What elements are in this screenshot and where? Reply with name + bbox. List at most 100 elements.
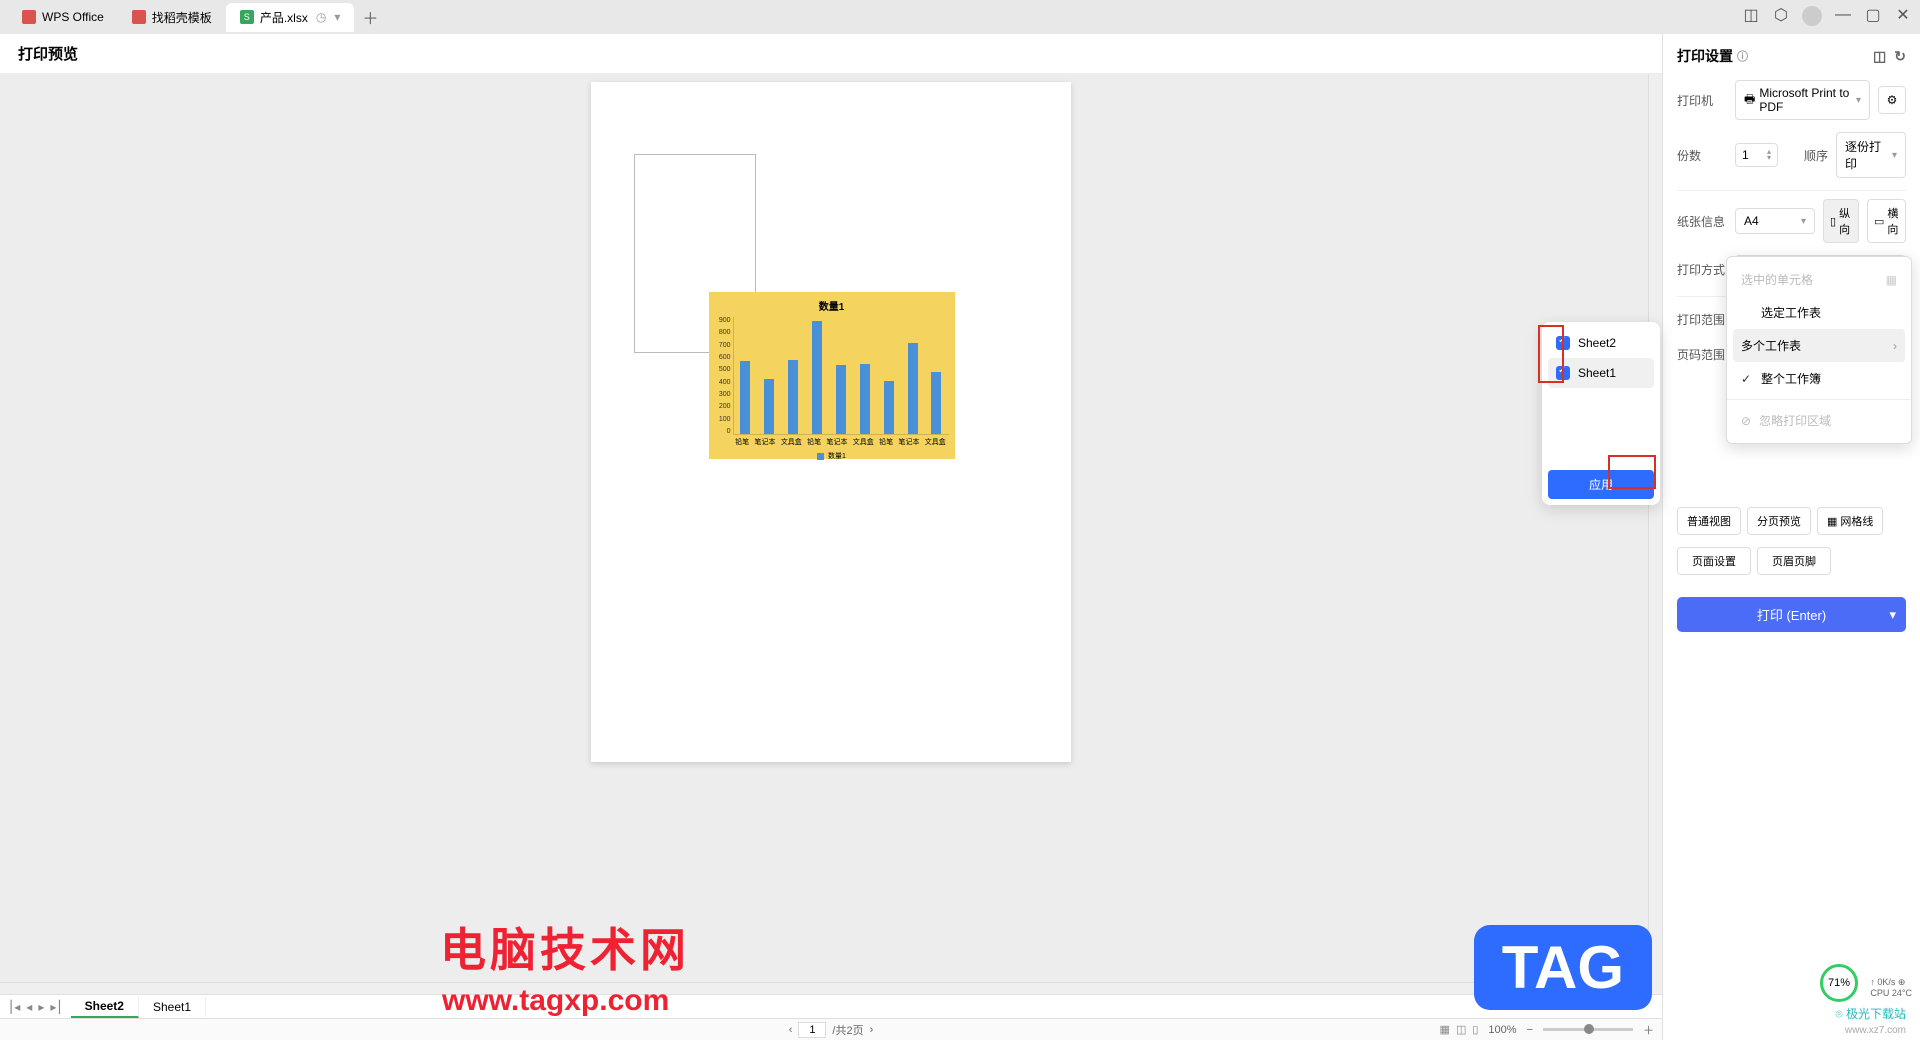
method-label: 打印方式 <box>1677 261 1727 278</box>
copies-row: 份数 1 ▴▾ 顺序 逐份打印 ▾ <box>1677 132 1906 178</box>
pager-bar: ‹ /共2页 › ▦ ◫ ▯ 100% − ＋ <box>0 1018 1662 1040</box>
portrait-button[interactable]: ▯ 纵向 <box>1823 199 1859 243</box>
chevron-down-icon: ▾ <box>1892 150 1897 161</box>
add-tab-button[interactable]: ＋ <box>362 5 378 29</box>
paper-row: 纸张信息 A4 ▾ ▯ 纵向 ▭ 横向 <box>1677 199 1906 243</box>
page-title: 打印预览 <box>18 43 78 64</box>
dd-ignore-area: ⊘忽略打印区域 <box>1727 404 1911 437</box>
first-sheet-button[interactable]: ⎮◂ <box>8 1000 20 1014</box>
dd-whole-book[interactable]: ✓整个工作簿 <box>1727 362 1911 395</box>
page-total: /共2页 <box>832 1022 863 1038</box>
cube-icon[interactable]: ⬡ <box>1772 6 1790 24</box>
header-footer-button[interactable]: 页眉页脚 <box>1757 547 1831 575</box>
page-input[interactable] <box>798 1022 826 1038</box>
printer-row: 打印机 🖶Microsoft Print to PDF ▾ ⚙ <box>1677 80 1906 120</box>
printer-select[interactable]: 🖶Microsoft Print to PDF ▾ <box>1735 80 1870 120</box>
view-buttons: 普通视图 分页预览 ▦网格线 <box>1677 507 1906 535</box>
maximize-button[interactable]: ▢ <box>1864 6 1882 24</box>
chart-xaxis: 铅笔笔记本文具盒铅笔笔记本文具盒铅笔笔记本文具盒 <box>733 437 949 447</box>
annotation-box <box>1538 325 1564 383</box>
range-label: 打印范围 <box>1677 311 1727 328</box>
preview-page: 数量1 9008007006005004003002001000 铅笔笔记本文具… <box>591 82 1071 762</box>
sheet-tab-sheet1[interactable]: Sheet1 <box>139 997 206 1017</box>
bar-chart: 数量1 9008007006005004003002001000 铅笔笔记本文具… <box>709 292 955 459</box>
cells-icon: ▦ <box>1886 273 1897 287</box>
tab-menu-icon[interactable]: ▾ <box>334 10 340 24</box>
view-mode-1[interactable]: ▦ <box>1440 1023 1450 1036</box>
title-row: 打印预览 ⎘ 退出预览 <box>0 34 1920 74</box>
chart-title: 数量1 <box>715 298 949 313</box>
action-buttons: 页面设置 页眉页脚 <box>1677 547 1906 575</box>
sheet-tab-sheet2[interactable]: Sheet2 <box>71 996 139 1018</box>
check-icon: ✓ <box>1741 372 1753 386</box>
refresh-icon[interactable]: ↻ <box>1894 48 1906 65</box>
gridlines-button[interactable]: ▦网格线 <box>1817 507 1883 535</box>
template-icon <box>132 10 146 24</box>
forbidden-icon: ⊘ <box>1741 414 1751 428</box>
tab-wps[interactable]: WPS Office <box>8 4 118 30</box>
prev-page-button[interactable]: ‹ <box>789 1024 793 1036</box>
chart-legend: 数量1 <box>715 451 949 461</box>
close-button[interactable]: ✕ <box>1894 6 1912 24</box>
gear-icon: ⚙ <box>1887 93 1898 107</box>
chevron-right-icon: › <box>1893 339 1897 353</box>
next-sheet-button[interactable]: ▸ <box>38 1000 44 1014</box>
dd-multi-sheet[interactable]: 多个工作表 › <box>1733 329 1905 362</box>
zoom-out-button[interactable]: − <box>1527 1024 1533 1036</box>
copies-input[interactable]: 1 ▴▾ <box>1735 143 1778 167</box>
last-sheet-button[interactable]: ▸⎮ <box>50 1000 62 1014</box>
horizontal-scrollbar[interactable] <box>0 982 1648 994</box>
page-setup-button[interactable]: 页面设置 <box>1677 547 1751 575</box>
landscape-button[interactable]: ▭ 横向 <box>1867 199 1906 243</box>
tab-template[interactable]: 找稻壳模板 <box>118 3 226 32</box>
tab-file[interactable]: S 产品.xlsx ◷ ▾ <box>226 3 355 32</box>
printer-settings-button[interactable]: ⚙ <box>1878 86 1906 114</box>
layout-icon[interactable]: ◫ <box>1742 6 1760 24</box>
paper-select[interactable]: A4 ▾ <box>1735 208 1815 234</box>
window-controls: ◫ ⬡ ― ▢ ✕ <box>1742 6 1912 26</box>
chevron-down-icon: ▾ <box>1856 95 1861 106</box>
view-mode-2[interactable]: ◫ <box>1456 1023 1466 1036</box>
range-dropdown: 选中的单元格 ▦ 选定工作表 多个工作表 › ✓整个工作簿 ⊘忽略打印区域 <box>1726 256 1912 444</box>
order-select[interactable]: 逐份打印 ▾ <box>1836 132 1906 178</box>
paged-view-button[interactable]: 分页预览 <box>1747 507 1811 535</box>
normal-view-button[interactable]: 普通视图 <box>1677 507 1741 535</box>
zoom-in-button[interactable]: ＋ <box>1643 1022 1654 1038</box>
vertical-scrollbar[interactable] <box>1648 74 1662 994</box>
xlsx-icon: S <box>240 10 254 24</box>
help-icon[interactable]: ⓘ <box>1737 48 1748 64</box>
sheet-tab-bar: ⎮◂ ◂ ▸ ▸⎮ Sheet2 Sheet1 <box>0 994 1662 1018</box>
landscape-icon: ▭ <box>1874 215 1884 228</box>
panel-title: 打印设置 ⓘ ◫ ↻ <box>1677 46 1906 66</box>
printer-label: 打印机 <box>1677 92 1727 109</box>
tab-history-icon[interactable]: ◷ <box>316 10 326 24</box>
zoom-slider[interactable] <box>1543 1028 1633 1031</box>
cpu-badge: 71% <box>1820 964 1858 1002</box>
prev-sheet-button[interactable]: ◂ <box>26 1000 32 1014</box>
chart-yaxis: 9008007006005004003002001000 <box>715 317 733 435</box>
copies-label: 份数 <box>1677 147 1727 164</box>
zoom-label: 100% <box>1488 1024 1516 1036</box>
print-settings-panel: 打印设置 ⓘ ◫ ↻ 打印机 🖶Microsoft Print to PDF ▾… <box>1662 34 1920 1040</box>
paper-label: 纸张信息 <box>1677 213 1727 230</box>
chevron-down-icon: ▾ <box>1801 216 1806 227</box>
grid-icon: ▦ <box>1827 515 1837 528</box>
dd-selected-sheet[interactable]: 选定工作表 <box>1727 296 1911 329</box>
view-mode-3[interactable]: ▯ <box>1472 1023 1478 1036</box>
wps-icon <box>22 10 36 24</box>
tab-label: 找稻壳模板 <box>152 9 212 26</box>
chevron-down-icon: ▾ <box>1889 607 1896 623</box>
layout-icon[interactable]: ◫ <box>1873 48 1886 65</box>
dd-selected-cells: 选中的单元格 ▦ <box>1727 263 1911 296</box>
next-page-button[interactable]: › <box>870 1024 874 1036</box>
minimize-button[interactable]: ― <box>1834 6 1852 24</box>
print-button[interactable]: 打印 (Enter) ▾ <box>1677 597 1906 632</box>
annotation-box <box>1608 455 1656 489</box>
tab-label: 产品.xlsx <box>260 9 308 26</box>
printer-icon: 🖶 <box>1744 90 1755 111</box>
tab-label: WPS Office <box>42 10 104 24</box>
order-label: 顺序 <box>1804 147 1828 164</box>
portrait-icon: ▯ <box>1830 215 1836 228</box>
avatar[interactable] <box>1802 6 1822 26</box>
cpu-info: ↑ 0K/s ⊕ CPU 24°C <box>1870 977 1912 1000</box>
